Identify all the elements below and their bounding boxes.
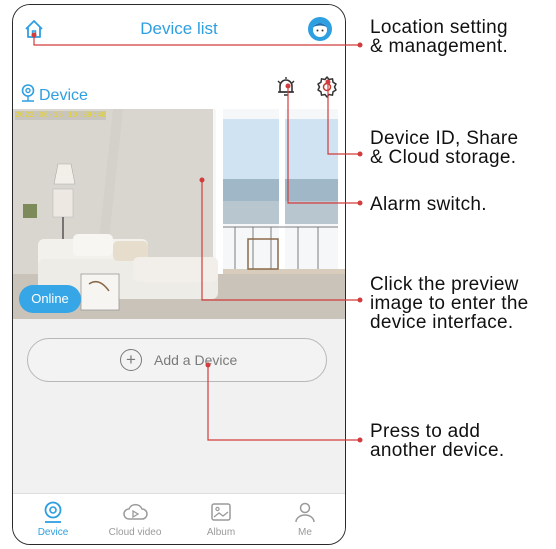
status-badge: Online — [19, 285, 81, 313]
add-device-button[interactable]: + Add a Device — [27, 338, 327, 382]
camera-preview[interactable]: 2022-06-15 10:39:48 Online — [13, 109, 345, 319]
tab-album[interactable]: Album — [181, 496, 261, 542]
camera-icon — [44, 501, 62, 523]
avatar-icon[interactable] — [307, 16, 333, 42]
tab-cloud-video[interactable]: Cloud video — [95, 496, 175, 542]
bell-alarm-icon[interactable] — [275, 75, 297, 99]
callout-device-id: Device ID, Share & Cloud storage. — [370, 128, 519, 168]
cloud-play-icon — [123, 503, 148, 520]
gear-icon[interactable] — [315, 75, 339, 99]
device-name: Device — [39, 87, 88, 104]
callout-alarm: Alarm switch. — [370, 194, 487, 215]
tab-label: Device — [37, 527, 69, 538]
plus-icon: + — [120, 349, 142, 371]
tab-label: Cloud video — [108, 527, 162, 538]
bottom-tab-bar: Device Cloud video Album Me — [13, 493, 345, 544]
phone-screen: Device list Device 2022-06-15 10:39:48 O… — [12, 4, 346, 545]
tab-label: Album — [206, 527, 236, 538]
album-icon — [211, 503, 231, 521]
device-header: Device — [13, 53, 345, 109]
page-title: Device list — [140, 19, 218, 38]
callout-preview: Click the preview image to enter the dev… — [370, 274, 529, 333]
timestamp-overlay: 2022-06-15 10:39:48 — [15, 111, 107, 120]
callout-add: Press to add another device. — [370, 421, 505, 461]
add-device-label: Add a Device — [154, 352, 238, 368]
tab-device[interactable]: Device — [13, 496, 93, 542]
top-bar: Device list — [13, 5, 345, 54]
tab-label: Me — [298, 527, 312, 538]
location-pin-icon — [21, 84, 35, 102]
tab-me[interactable]: Me — [265, 496, 345, 542]
callout-location: Location setting & management. — [370, 17, 509, 57]
person-icon — [295, 502, 315, 523]
